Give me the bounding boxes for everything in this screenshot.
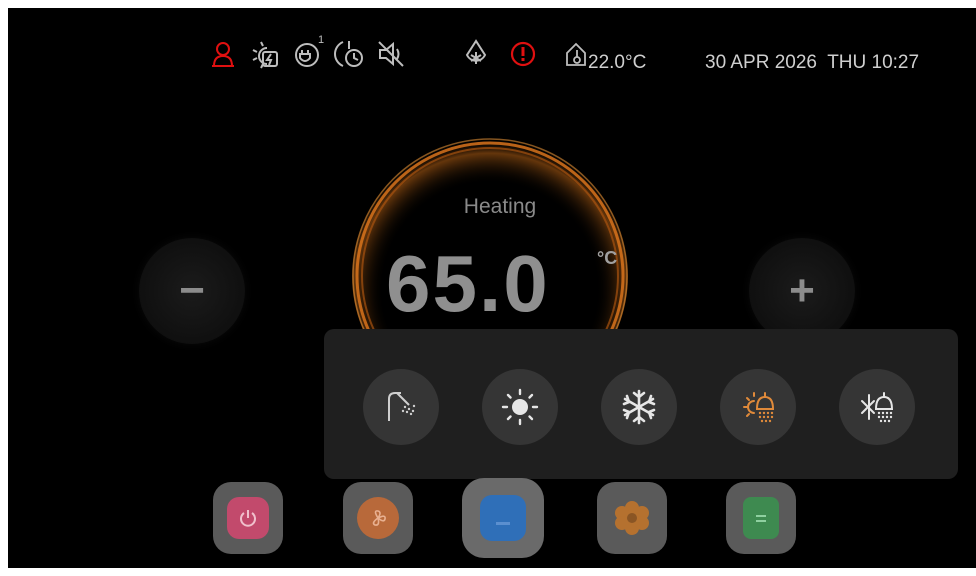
setpoint-value: 65.0 (386, 239, 550, 328)
home-icon (480, 495, 526, 541)
gear-icon (611, 497, 653, 539)
plug-schedule-icon: 1 (290, 34, 326, 68)
thermostat-screen: 1 22.0°C 30 APR 2026 THU 10:27 Heating 6… (8, 8, 976, 568)
dock-power-button[interactable] (213, 482, 283, 554)
snowflake-icon (622, 389, 656, 425)
sun-shower-icon (743, 392, 775, 423)
dock-settings-button[interactable] (597, 482, 667, 554)
mode-label: Heating (463, 195, 537, 218)
sun-icon (501, 388, 539, 426)
mode-select-panel (324, 329, 958, 479)
dock-home-button[interactable] (462, 478, 544, 558)
solar-power-icon (248, 40, 282, 69)
timer-icon (332, 40, 366, 68)
error-icon (508, 40, 538, 68)
minus-icon: − (179, 266, 205, 315)
plug-schedule-index: 1 (318, 34, 325, 46)
fan-icon (357, 497, 399, 539)
snowflake-shower-icon (861, 392, 894, 423)
mode-hot-water-button[interactable] (363, 369, 439, 445)
shower-icon (388, 392, 416, 421)
power-icon (227, 497, 269, 539)
setpoint-unit: °C (597, 248, 618, 268)
mode-cooling-button[interactable] (601, 369, 677, 445)
dock-modes-button[interactable] (343, 482, 413, 554)
frost-protect-icon (460, 39, 492, 68)
person-alert-icon (208, 40, 238, 68)
room-temperature: 22.0°C (588, 52, 647, 73)
mute-icon (374, 40, 408, 68)
room-thermometer-icon (563, 40, 589, 68)
mode-heating-button[interactable] (482, 369, 558, 445)
plus-icon: + (789, 266, 815, 315)
mode-cooling-hot-water-button[interactable] (839, 369, 915, 445)
mode-heating-hot-water-button[interactable] (720, 369, 796, 445)
document-icon (743, 497, 779, 539)
datetime: 30 APR 2026 THU 10:27 (705, 52, 920, 73)
dock-info-button[interactable] (726, 482, 796, 554)
decrease-button[interactable]: − (139, 238, 245, 344)
